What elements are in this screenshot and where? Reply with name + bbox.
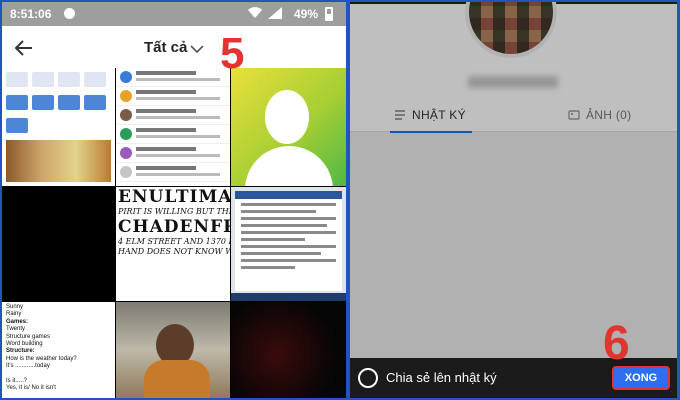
note-line: Is it.....? [6,378,28,385]
list-item [116,125,230,144]
note-line: Word building [6,341,43,348]
battery-icon [325,7,333,21]
photo-thumbnail-app-screen[interactable] [2,68,115,186]
note-line: Yes, it is/ No it isn't [6,385,56,392]
poster-line: ENULTIMA [118,187,230,207]
photo-thumbnail-poster[interactable]: ENULTIMA PIRIT IS WILLING BUT THE FLESH … [116,187,230,301]
list-item [116,87,230,106]
screenshot-frame: 8:51:06 49% Tất cả ENULTIMA PIRIT IS WIL… [0,0,680,400]
share-radio-button[interactable] [358,368,378,388]
gallery-header: Tất cả [2,26,346,68]
status-bar: 8:51:06 49% [2,2,346,26]
album-title[interactable]: Tất cả [144,39,187,56]
photo-thumbnail-messages[interactable] [116,68,230,186]
battery-percent: 49% [294,7,319,21]
note-line: Games: [6,318,29,325]
note-line: How is the weather today? [6,355,77,362]
photo-thumbnail-black[interactable] [2,187,115,301]
photo-thumbnail-notes[interactable]: Sunny Rainy Games: Twenty Structure game… [2,302,115,398]
back-arrow-icon[interactable] [12,36,36,60]
photo-thumbnail-dark[interactable] [231,302,346,398]
photo-thumbnail-default-avatar[interactable] [231,68,346,186]
poster-line: 4 ELM STREET AND 1370 RT [118,237,230,246]
signal-icon [268,7,282,22]
step-marker-5: 5 [220,29,245,78]
poster-line: HAND DOES NOT KNOW WHAT THE RIGHT HAND I… [118,247,230,256]
wifi-icon [248,7,262,22]
list-item [116,106,230,125]
note-line [6,371,111,378]
photo-grid: ENULTIMA PIRIT IS WILLING BUT THE FLESH … [2,68,346,398]
list-item [116,163,230,182]
note-line: Sunny [6,304,24,310]
poster-line: PIRIT IS WILLING BUT THE FLESH IS W [118,207,230,216]
note-line: Structure: [6,348,35,355]
share-label[interactable]: Chia sẻ lên nhật ký [386,370,497,385]
list-item [116,68,230,87]
status-time: 8:51:06 [10,7,52,21]
note-line: Twenty [6,326,26,333]
profile-screen: NHẬT KÝ ẢNH (0) Chia sẻ lên nhật ký 6 XO… [350,2,677,398]
photo-thumbnail-document[interactable] [231,187,346,301]
notification-dot-icon [64,8,75,19]
note-line: Structure games [6,333,51,340]
gallery-screen: 8:51:06 49% Tất cả ENULTIMA PIRIT IS WIL… [2,2,346,398]
note-line: Rainy [6,311,22,318]
chevron-down-icon[interactable] [190,41,204,54]
list-item [116,144,230,163]
step-marker-6: 6 [603,317,630,370]
done-button[interactable]: XONG [612,366,670,390]
note-line: It's ............today [6,363,50,370]
poster-line: CHADENFREUD [118,217,230,237]
photo-thumbnail-person[interactable] [116,302,230,398]
